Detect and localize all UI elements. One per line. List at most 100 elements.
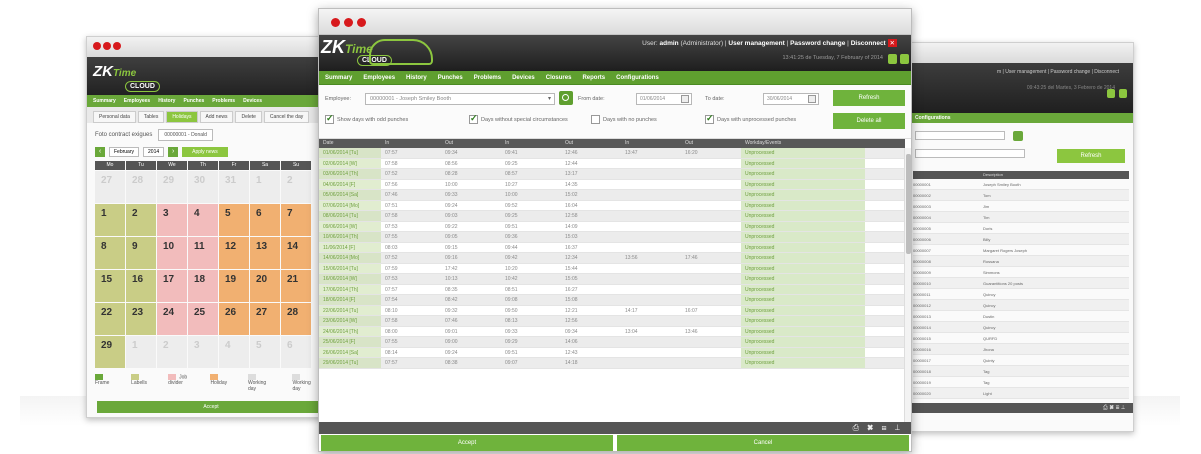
header-mini-icon-2[interactable] [900,54,909,64]
employee-row[interactable]: 00000003 Jim [913,201,1129,212]
table-row[interactable]: 07/06/2014 [Mo] 07:51 09:24 09:52 16:04 Unpro… [319,200,905,211]
calendar-day[interactable]: 25 [188,303,218,335]
month-select[interactable]: February [109,147,140,157]
header-mini-icon-1[interactable] [888,54,897,64]
vertical-scrollbar[interactable] [904,148,911,423]
right-employee-input[interactable] [915,131,1005,140]
table-row[interactable]: 17/06/2014 [Th] 07:57 08:35 08:51 16:27 Unpro… [319,284,905,295]
calendar-day[interactable]: 19 [219,270,249,302]
minimize-dot-icon[interactable] [344,18,353,27]
menu-item[interactable]: Employees [363,71,395,84]
menu-item[interactable]: Closures [546,71,572,84]
table-row[interactable]: 10/06/2014 [Th] 07:55 09:05 09:36 15:03 Unpro… [319,232,905,243]
column-header[interactable]: In [381,139,441,148]
filter-checkbox[interactable]: Days with no punches [591,115,657,124]
left-menu-item[interactable]: History [158,95,175,107]
table-row[interactable]: 22/06/2014 [Tu] 08:10 09:32 09:50 12:21 14:17… [319,305,905,316]
calendar-day[interactable]: 2 [157,336,187,368]
table-row[interactable]: 11/06/2014 [F] 08:03 09:15 09:44 16:37 Unproc… [319,242,905,253]
scrollbar-thumb[interactable] [906,154,911,254]
next-month-icon[interactable]: › [168,147,179,157]
prev-month-icon[interactable]: ‹ [95,147,105,157]
calendar-day[interactable]: 29 [157,171,187,203]
calendar-day[interactable]: 2 [126,204,156,236]
user-management-link[interactable]: User management [728,40,784,47]
employee-row[interactable]: 00000015 QURFD [913,333,1129,344]
table-row[interactable]: 09/06/2014 [W] 07:53 09:22 09:51 14:09 Unproc… [319,221,905,232]
filter-checkbox[interactable]: Days with unprocessed punches [705,113,796,124]
calendar-day[interactable]: 20 [250,270,280,302]
calendar-day[interactable]: 16 [126,270,156,302]
calendar-day[interactable]: 7 [281,204,311,236]
disconnect-link[interactable]: Disconnect [851,40,886,47]
left-tab[interactable]: Delete [235,111,262,123]
table-row[interactable]: 18/06/2014 [F] 07:54 08:42 09:08 15:08 Unproc… [319,295,905,306]
calendar-day[interactable]: 6 [250,204,280,236]
menu-item[interactable]: Problems [474,71,501,84]
calendar-day[interactable]: 22 [95,303,125,335]
employee-row[interactable]: 00000002 Tom [913,190,1129,201]
apply-news-button[interactable]: Apply news [182,147,228,157]
employee-row[interactable]: 00000017 Quinty [913,355,1129,366]
column-header[interactable]: Out [561,139,621,148]
left-menu-item[interactable]: Punches [183,95,204,107]
left-accept-button[interactable]: Accept [97,401,325,413]
column-header[interactable]: In [501,139,561,148]
right-search-icon[interactable] [1013,131,1023,141]
employee-row[interactable]: 00000001 Joseph Smiley Booth [913,179,1129,190]
table-row[interactable]: 26/06/2014 [Sa] 08:14 09:24 09:51 12:43 Unpro… [319,347,905,358]
right-user-menu[interactable]: m | User management | Password change | … [997,69,1119,75]
table-row[interactable]: 02/06/2014 [W] 07:58 08:56 09:25 12:44 Unproc… [319,158,905,169]
column-header[interactable]: Date [319,139,381,148]
calendar-day[interactable]: 4 [219,336,249,368]
left-tab[interactable]: Tables [137,111,165,123]
employee-row[interactable]: 00000016 Jhona [913,344,1129,355]
calendar-day[interactable]: 28 [126,171,156,203]
employee-row[interactable]: 00000013 Dustin [913,311,1129,322]
left-menu-item[interactable]: Devices [243,95,262,107]
table-row[interactable]: 05/06/2014 [Sa] 07:46 09:33 10:00 15:02 Unpro… [319,190,905,201]
menu-item[interactable]: Reports [582,71,605,84]
calendar-day[interactable]: 24 [157,303,187,335]
menu-item[interactable]: Configurations [616,71,659,84]
employee-row[interactable]: 00000014 Quincy [913,322,1129,333]
calendar-day[interactable]: 17 [157,270,187,302]
right-mini-icon-1[interactable] [1107,89,1115,98]
search-icon[interactable] [559,91,573,105]
calendar-icon[interactable] [681,95,689,103]
employee-row[interactable]: 00000010 Guarantitions 20 posts [913,278,1129,289]
left-tab[interactable]: Personal data [93,111,136,123]
employee-row[interactable]: 00000006 Billy [913,234,1129,245]
employee-row[interactable]: 00000008 Rossana [913,256,1129,267]
refresh-button[interactable]: Refresh [833,90,905,106]
filter-checkbox[interactable]: Days without special circumstances [469,113,568,124]
filter-checkbox[interactable]: Show days with odd punches [325,113,408,124]
menu-item[interactable]: Punches [438,71,463,84]
minimize-dot-icon[interactable] [103,42,111,50]
password-change-link[interactable]: Password change [790,40,845,47]
calendar-day[interactable]: 26 [219,303,249,335]
left-menu-item[interactable]: Summary [93,95,116,107]
accept-button[interactable]: Accept [321,435,613,451]
left-menu-item[interactable]: Problems [212,95,235,107]
cancel-button[interactable]: Cancel [617,435,909,451]
calendar-day[interactable]: 5 [219,204,249,236]
toolbar-icons[interactable]: ⎙ ✖ ⊞ ⊥ [853,423,903,433]
employee-row[interactable]: 00000020 Light [913,388,1129,399]
calendar-day[interactable]: 3 [188,336,218,368]
delete-all-button[interactable]: Delete all [833,113,905,129]
column-header[interactable]: Out [681,139,741,148]
right-menu-configurations[interactable]: Configurations [909,113,1133,123]
calendar-day[interactable]: 29 [95,336,125,368]
right-mini-icon-2[interactable] [1119,89,1127,98]
calendar-day[interactable]: 6 [281,336,311,368]
table-row[interactable]: 01/06/2014 [Tu] 07:57 09:34 09:41 12:46 13:47… [319,148,905,159]
calendar-day[interactable]: 3 [157,204,187,236]
calendar-icon[interactable] [808,95,816,103]
menu-item[interactable]: Devices [512,71,535,84]
calendar-day[interactable]: 21 [281,270,311,302]
calendar-day[interactable]: 10 [157,237,187,269]
calendar-day[interactable]: 23 [126,303,156,335]
close-dot-icon[interactable] [331,18,340,27]
year-select[interactable]: 2014 [143,147,165,157]
